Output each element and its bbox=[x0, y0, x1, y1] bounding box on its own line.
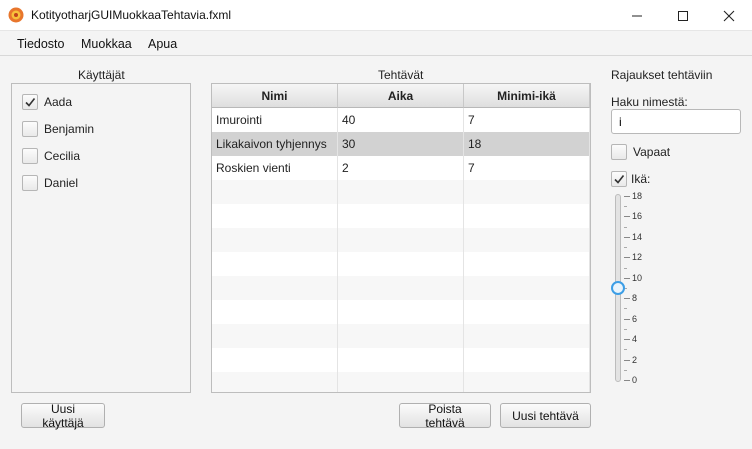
slider-tick bbox=[624, 277, 630, 279]
column-header-nimi[interactable]: Nimi bbox=[212, 84, 338, 108]
cell-minimi-ika: 7 bbox=[464, 156, 590, 180]
slider-tick-label: 12 bbox=[632, 252, 643, 263]
slider-tick-label: 8 bbox=[632, 293, 638, 304]
slider-minor-tick bbox=[624, 267, 627, 269]
slider-tick-label: 10 bbox=[632, 272, 643, 283]
cell-nimi: Imurointi bbox=[212, 108, 338, 132]
minimize-button[interactable] bbox=[614, 0, 660, 31]
user-name: Aada bbox=[44, 95, 73, 109]
minimize-icon bbox=[632, 15, 642, 16]
user-name: Benjamin bbox=[44, 122, 95, 136]
cell-nimi: Likakaivon tyhjennys bbox=[212, 132, 338, 156]
maximize-icon bbox=[678, 10, 688, 21]
slider-tick-label: 4 bbox=[632, 334, 638, 345]
user-name: Cecilia bbox=[44, 149, 81, 163]
slider-tick-label: 6 bbox=[632, 313, 638, 324]
slider-tick-label: 2 bbox=[632, 354, 638, 365]
search-label: Haku nimestä: bbox=[611, 95, 688, 109]
empty-row bbox=[212, 300, 590, 324]
slider-minor-tick bbox=[624, 349, 627, 351]
free-checkbox[interactable] bbox=[611, 144, 627, 160]
new-user-button[interactable]: Uusi käyttäjä bbox=[21, 402, 105, 430]
slider-tick bbox=[624, 298, 630, 300]
age-label: Ikä: bbox=[631, 172, 651, 186]
menu-muokkaa[interactable]: Muokkaa bbox=[81, 37, 132, 51]
empty-row bbox=[212, 372, 590, 392]
table-row[interactable]: Imurointi 40 7 bbox=[212, 108, 590, 132]
title-bar: KotityotharjGUIMuokkaaTehtavia.fxml bbox=[0, 0, 752, 31]
slider-tick bbox=[624, 196, 630, 197]
user-checkbox[interactable] bbox=[22, 148, 38, 164]
age-filter[interactable]: Ikä: bbox=[611, 169, 650, 189]
slider-tick bbox=[624, 339, 630, 341]
slider-minor-tick bbox=[624, 328, 627, 330]
free-label: Vapaat bbox=[633, 145, 671, 159]
cell-aika: 40 bbox=[338, 108, 464, 132]
search-input[interactable] bbox=[611, 109, 741, 134]
slider-tick bbox=[624, 257, 630, 259]
window-title: KotityotharjGUIMuokkaaTehtavia.fxml bbox=[31, 8, 232, 22]
empty-row bbox=[212, 324, 590, 348]
slider-minor-tick bbox=[624, 369, 627, 371]
user-item-benjamin[interactable]: Benjamin bbox=[22, 119, 94, 139]
cell-minimi-ika: 7 bbox=[464, 108, 590, 132]
tasks-heading: Tehtävät bbox=[378, 68, 424, 82]
column-header-minimi-ika[interactable]: Minimi-ikä bbox=[464, 84, 590, 108]
users-list: Aada Benjamin Cecilia Daniel bbox=[11, 83, 191, 393]
empty-row bbox=[212, 228, 590, 252]
slider-tick-label: 16 bbox=[632, 211, 643, 222]
close-icon bbox=[723, 10, 735, 21]
checkmark-icon bbox=[25, 98, 36, 107]
free-filter[interactable]: Vapaat bbox=[611, 142, 670, 162]
age-checkbox[interactable] bbox=[611, 171, 627, 187]
table-row[interactable]: Roskien vienti 2 7 bbox=[212, 156, 590, 180]
slider-minor-tick bbox=[624, 226, 627, 228]
empty-row bbox=[212, 276, 590, 300]
column-header-aika[interactable]: Aika bbox=[338, 84, 464, 108]
new-task-button[interactable]: Uusi tehtävä bbox=[500, 403, 591, 428]
slider-tick-label: 14 bbox=[632, 231, 643, 242]
menu-apua[interactable]: Apua bbox=[148, 37, 177, 51]
table-row-selected[interactable]: Likakaivon tyhjennys 30 18 bbox=[212, 132, 590, 156]
slider-tick bbox=[624, 318, 630, 320]
cell-minimi-ika: 18 bbox=[464, 132, 590, 156]
app-icon bbox=[8, 7, 24, 23]
age-slider-thumb[interactable] bbox=[611, 281, 625, 295]
user-checkbox[interactable] bbox=[22, 94, 38, 110]
empty-row bbox=[212, 204, 590, 228]
user-checkbox[interactable] bbox=[22, 121, 38, 137]
delete-task-button[interactable]: Poista tehtävä bbox=[399, 402, 491, 430]
empty-row bbox=[212, 348, 590, 372]
user-checkbox[interactable] bbox=[22, 175, 38, 191]
user-name: Daniel bbox=[44, 176, 79, 190]
slider-tick-label: 18 bbox=[632, 191, 643, 201]
tasks-table[interactable]: Nimi Aika Minimi-ikä Imurointi 40 7 Lika… bbox=[211, 83, 591, 393]
slider-tick bbox=[624, 216, 630, 218]
checkmark-icon bbox=[614, 175, 625, 184]
menu-bar: Tiedosto Muokkaa Apua bbox=[0, 31, 752, 56]
menu-tiedosto[interactable]: Tiedosto bbox=[17, 37, 64, 51]
user-item-aada[interactable]: Aada bbox=[22, 92, 72, 112]
empty-row bbox=[212, 252, 590, 276]
slider-minor-tick bbox=[624, 308, 627, 310]
close-button[interactable] bbox=[706, 0, 752, 31]
user-item-daniel[interactable]: Daniel bbox=[22, 173, 78, 193]
slider-tick bbox=[624, 359, 630, 361]
users-heading: Käyttäjät bbox=[78, 68, 125, 82]
slider-tick bbox=[624, 380, 630, 381]
empty-row bbox=[212, 180, 590, 204]
slider-tick bbox=[624, 236, 630, 238]
user-item-cecilia[interactable]: Cecilia bbox=[22, 146, 80, 166]
filters-heading: Rajaukset tehtäviin bbox=[611, 68, 713, 82]
cell-aika: 30 bbox=[338, 132, 464, 156]
cell-nimi: Roskien vienti bbox=[212, 156, 338, 180]
slider-tick-label: 0 bbox=[632, 375, 638, 385]
slider-minor-tick bbox=[624, 206, 627, 208]
maximize-button[interactable] bbox=[660, 0, 706, 31]
cell-aika: 2 bbox=[338, 156, 464, 180]
slider-minor-tick bbox=[624, 247, 627, 249]
